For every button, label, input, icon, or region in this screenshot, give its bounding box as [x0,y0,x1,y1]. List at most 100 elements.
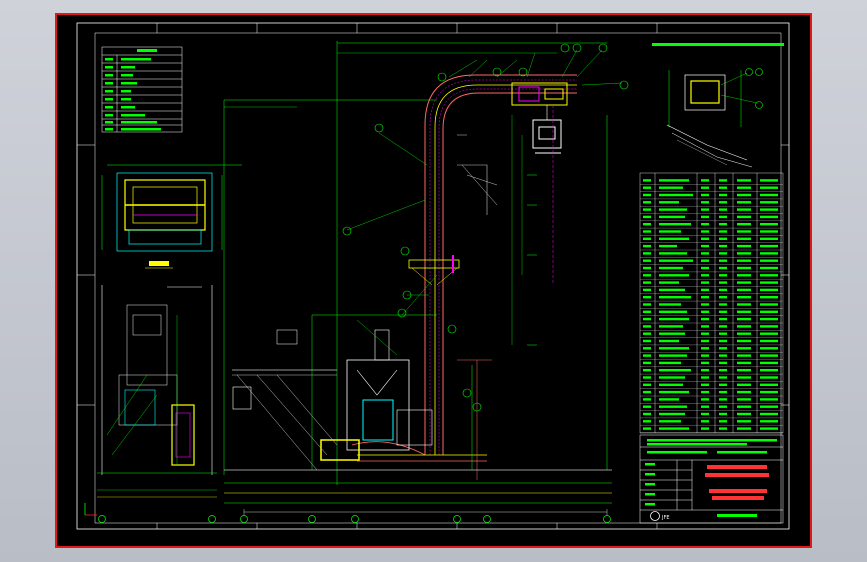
grid-markers-bottom [240,515,611,523]
parts-cell [719,186,727,189]
title-block [639,434,784,524]
parts-cell [719,252,727,255]
parts-cell [719,390,727,394]
parts-cell [760,303,778,306]
parts-cell [659,325,683,328]
parts-cell [659,303,681,306]
parts-cell [760,288,778,292]
parts-cell [737,347,751,350]
parts-cell [760,266,778,270]
parts-cell [643,427,651,430]
parts-cell [719,266,727,270]
parts-cell [719,376,727,379]
parts-cell [719,193,727,197]
parts-cell [737,339,751,343]
parts-cell [643,223,651,226]
parts-cell [719,369,727,372]
parts-cell [719,398,727,401]
cad-viewport[interactable]: JFE [0,0,867,562]
parts-cell [760,274,778,277]
parts-cell [760,361,778,365]
parts-cell [701,405,709,408]
parts-cell [719,310,727,313]
parts-cell [737,201,751,204]
parts-cell [701,398,709,401]
parts-cell [737,383,751,386]
parts-cell [760,347,778,350]
parts-cell [701,179,709,182]
parts-cell [659,215,685,219]
drawing-sheet: JFE [55,13,812,548]
parts-cell [659,317,689,321]
parts-cell [659,390,689,394]
parts-cell [719,259,727,262]
parts-cell [643,259,651,262]
parts-cell [659,332,685,335]
parts-cell [737,317,751,321]
parts-cell [719,332,727,335]
parts-cell [760,405,778,408]
parts-cell [737,288,751,292]
parts-cell [701,310,709,313]
parts-cell [760,237,778,240]
parts-cell [719,223,727,226]
parts-cell [701,376,709,379]
parts-cell [659,259,693,262]
parts-list-table [639,172,784,434]
parts-cell [643,412,651,416]
parts-cell [737,332,751,335]
parts-cell [643,347,651,350]
parts-cell [760,186,778,189]
parts-cell [719,427,727,430]
parts-cell [737,179,751,182]
parts-cell [760,223,778,226]
parts-cell [737,193,751,197]
main-elevation [223,41,623,504]
parts-cell [701,223,709,226]
parts-cell [659,179,689,182]
parts-cell [643,237,651,240]
parts-cell [737,230,751,233]
jfe-logo: JFE [650,511,670,521]
parts-cell [701,266,709,270]
section-view-label [149,261,169,266]
parts-cell [701,325,709,328]
parts-cell [643,274,651,277]
cad-drawing: JFE [76,22,790,530]
parts-cell [643,376,651,379]
svg-text:JFE: JFE [661,515,670,521]
parts-cell [719,347,727,350]
parts-cell [719,303,727,306]
parts-cell [701,201,709,204]
parts-cell [701,347,709,350]
parts-cell [719,288,727,292]
parts-cell [760,208,778,211]
parts-cell [701,303,709,306]
parts-cell [737,376,751,379]
parts-cell [760,281,778,284]
parts-cell [760,215,778,219]
parts-cell [659,376,685,379]
parts-cell [701,215,709,219]
title-block-text [645,439,777,517]
parts-cell [701,427,709,430]
parts-cell [659,223,691,226]
parts-cell [719,383,727,386]
parts-cell [643,398,651,401]
parts-cell [719,179,727,182]
parts-cell [643,361,651,365]
parts-cell [701,369,709,372]
parts-cell [737,354,751,357]
parts-cell [659,296,691,299]
parts-cell [737,215,751,219]
parts-cell [760,201,778,204]
parts-cell [659,310,687,313]
parts-cell [701,244,709,248]
parts-cell [701,317,709,321]
parts-cell [760,376,778,379]
parts-cell [737,296,751,299]
parts-cell [719,325,727,328]
parts-cell [760,310,778,313]
parts-cell [659,347,689,350]
parts-cell [719,296,727,299]
